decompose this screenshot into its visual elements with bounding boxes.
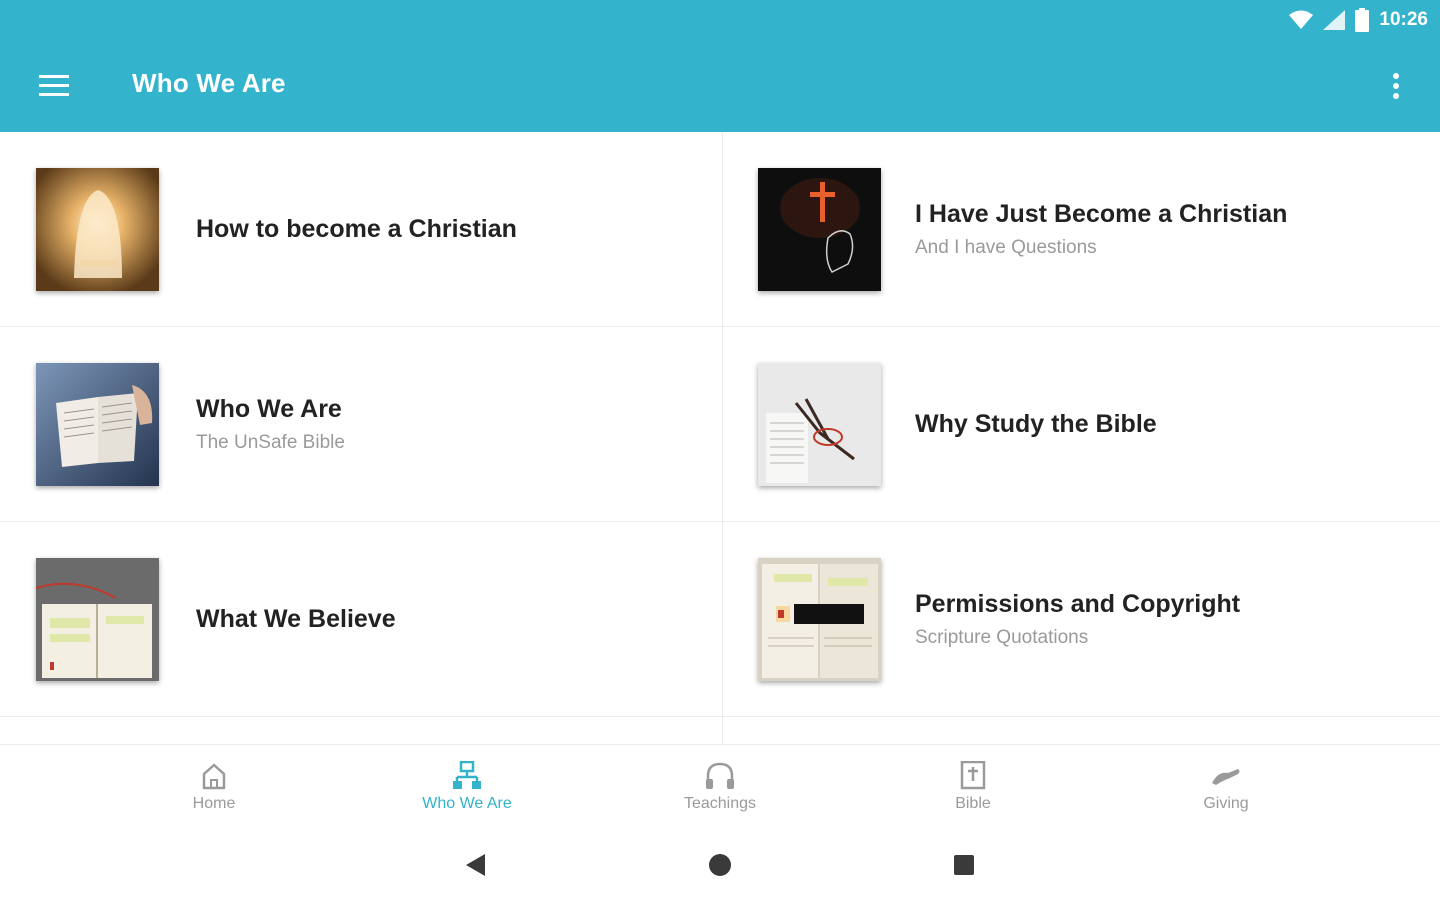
bottom-navigation: Home Who We Are Teachings Bible Giving [0, 744, 1440, 830]
list-item-permissions-and-copyright[interactable]: Permissions and Copyright Scripture Quot… [722, 522, 1440, 716]
status-time: 10:26 [1379, 9, 1428, 30]
item-subtitle: Scripture Quotations [915, 626, 1089, 648]
open-bible-hand-thumbnail [36, 363, 159, 486]
recents-square-icon[interactable] [944, 848, 984, 882]
nav-home[interactable]: Home [134, 745, 294, 831]
home-circle-icon[interactable] [700, 848, 740, 882]
row-divider [0, 716, 1440, 717]
hamburger-menu-icon[interactable] [32, 66, 76, 106]
highlighted-bible-thumbnail [36, 558, 159, 681]
org-chart-icon [453, 759, 481, 793]
item-title: Permissions and Copyright [915, 589, 1241, 618]
nav-label: Giving [1203, 795, 1249, 812]
item-title: Who We Are [196, 394, 342, 423]
nav-teachings[interactable]: Teachings [640, 745, 800, 831]
giving-hand-icon [1210, 759, 1242, 793]
item-subtitle: And I have Questions [915, 236, 1097, 258]
list-item-what-we-believe[interactable]: What We Believe [0, 522, 720, 716]
nav-label: Who We Are [422, 795, 512, 812]
home-icon [201, 759, 227, 793]
system-navigation-bar [0, 830, 1440, 900]
content-grid: How to become a Christian I Have Just Be… [0, 132, 1440, 744]
nav-bible[interactable]: Bible [893, 745, 1053, 831]
item-subtitle: The UnSafe Bible [196, 431, 345, 453]
battery-icon [1355, 8, 1370, 32]
back-icon[interactable] [456, 848, 496, 882]
nav-label: Home [192, 795, 236, 812]
wifi-icon [1289, 10, 1314, 30]
glasses-on-book-thumbnail [758, 363, 881, 486]
item-title: What We Believe [196, 604, 396, 633]
list-item-who-we-are[interactable]: Who We Are The UnSafe Bible [0, 327, 720, 521]
item-title: Why Study the Bible [915, 409, 1157, 438]
item-title: I Have Just Become a Christian [915, 199, 1288, 228]
list-item-why-study-the-bible[interactable]: Why Study the Bible [722, 327, 1440, 521]
app-bar: 10:26 Who We Are [0, 0, 1440, 132]
nav-who-we-are[interactable]: Who We Are [387, 745, 547, 831]
bible-cross-icon [960, 759, 986, 793]
headphones-icon [705, 759, 735, 793]
tomb-light-thumbnail [36, 168, 159, 291]
list-item-i-have-just-become-a-christian[interactable]: I Have Just Become a Christian And I hav… [722, 132, 1440, 326]
signal-icon [1323, 10, 1346, 30]
cross-silhouette-thumbnail [758, 168, 881, 291]
page-title: Who We Are [132, 68, 286, 98]
nav-label: Bible [955, 795, 991, 812]
nav-label: Teachings [683, 795, 757, 812]
bible-label-thumbnail [758, 558, 881, 681]
status-bar: 10:26 [1289, 6, 1428, 34]
item-title: How to become a Christian [196, 214, 517, 243]
nav-giving[interactable]: Giving [1146, 745, 1306, 831]
more-vertical-icon[interactable] [1378, 66, 1414, 106]
list-item-how-to-become-a-christian[interactable]: How to become a Christian [0, 132, 720, 326]
